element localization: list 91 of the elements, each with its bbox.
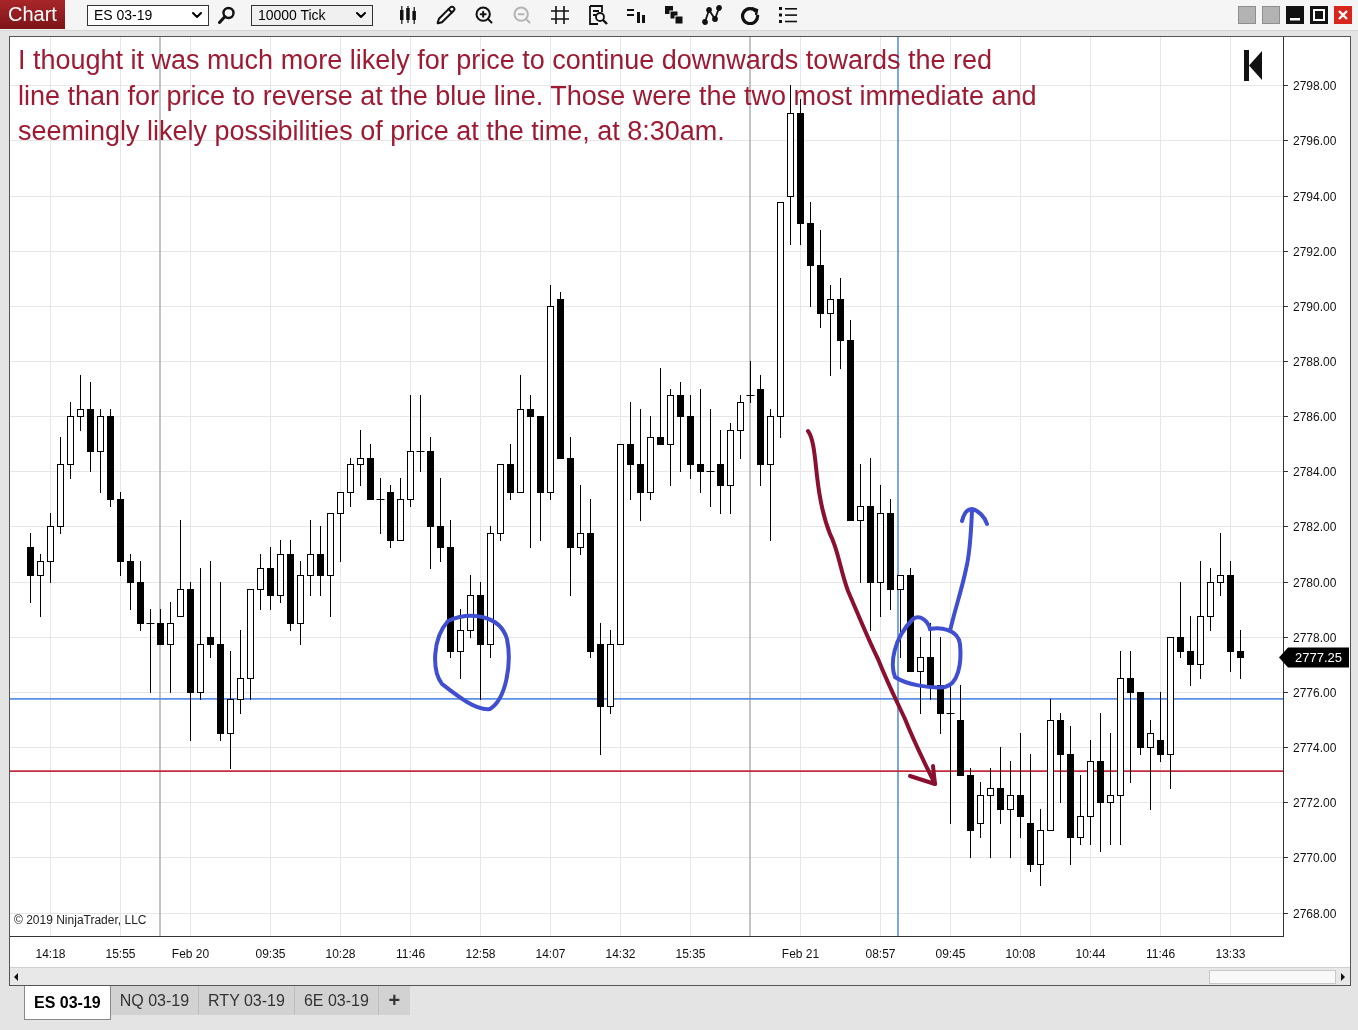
list-icon[interactable] (777, 5, 798, 25)
candlestick (1077, 774, 1084, 846)
price-label: 2786.00 (1293, 410, 1337, 424)
price-label: 2792.00 (1293, 245, 1337, 259)
candlestick (746, 360, 755, 404)
line-nodes-icon[interactable] (701, 5, 722, 25)
maximize-icon[interactable] (1310, 6, 1328, 24)
tab[interactable]: NQ 03-19 (110, 986, 200, 1015)
minimize-icon[interactable] (1286, 6, 1304, 24)
time-label: 11:46 (1145, 947, 1176, 961)
time-label: 10:28 (325, 947, 356, 961)
scrollbar-thumb[interactable] (1209, 969, 1336, 984)
time-label: 14:18 (35, 947, 66, 961)
price-label: 2774.00 (1293, 741, 1337, 755)
time-label: 10:08 (1005, 947, 1036, 961)
candlestick (257, 553, 264, 611)
candlestick (467, 574, 474, 639)
stacked-squares-icon[interactable] (663, 5, 684, 25)
candlestick (577, 484, 584, 556)
price-label: 2790.00 (1293, 300, 1337, 314)
candlestick (337, 491, 344, 563)
time-label: 09:45 (935, 947, 966, 961)
candlestick (1207, 567, 1214, 632)
candlestick (27, 532, 34, 604)
add-tab-button[interactable]: + (378, 986, 410, 1015)
time-label: Feb 21 (781, 947, 820, 961)
window-title: Chart (0, 0, 65, 29)
candlestick (127, 553, 134, 611)
candlestick (37, 553, 44, 618)
candlestick (1157, 691, 1164, 763)
candlestick (1237, 629, 1244, 680)
tab[interactable]: RTY 03-19 (199, 986, 295, 1015)
time-label: 14:32 (605, 947, 636, 961)
candlestick (507, 443, 514, 501)
search-icon[interactable] (217, 6, 236, 24)
tab[interactable]: ES 03-19 (24, 986, 111, 1020)
price-label: 2772.00 (1293, 796, 1337, 810)
candlestick (977, 781, 984, 839)
price-label: 2776.00 (1293, 686, 1337, 700)
time-label: 14:07 (535, 947, 566, 961)
time-label: 15:55 (105, 947, 136, 961)
time-label: 13:33 (1215, 947, 1246, 961)
crosshair-icon[interactable] (549, 5, 570, 25)
skip-back-icon[interactable] (1244, 50, 1262, 81)
price-label: 2770.00 (1293, 851, 1337, 865)
price-label: 2768.00 (1293, 907, 1337, 921)
time-label: 12:58 (465, 947, 496, 961)
price-label: 2778.00 (1293, 631, 1337, 645)
horizontal-scrollbar[interactable] (10, 967, 1350, 985)
candlestick (397, 477, 404, 542)
refresh-icon[interactable] (739, 5, 760, 25)
price-label: 2780.00 (1293, 576, 1337, 590)
candlestick (457, 608, 464, 680)
last-price-marker: 2777.25 (1279, 647, 1349, 668)
close-icon[interactable] (1334, 6, 1352, 24)
time-label: 11:46 (395, 947, 426, 961)
price-label: 2798.00 (1293, 79, 1337, 93)
pencil-icon[interactable] (435, 5, 456, 25)
candlestick (367, 443, 374, 501)
candlestick (387, 484, 394, 549)
time-label: 10:44 (1075, 947, 1106, 961)
candlestick-icon[interactable] (397, 5, 418, 25)
candlestick (1217, 532, 1224, 597)
candlestick (347, 457, 354, 508)
zoom-in-icon[interactable] (473, 5, 494, 25)
candlestick (267, 546, 274, 611)
interval-dropdown[interactable]: 10000 Tick (250, 4, 373, 26)
candlestick (277, 539, 284, 604)
tab[interactable]: 6E 03-19 (294, 986, 379, 1015)
candlestick (1187, 615, 1194, 687)
document-search-icon[interactable] (587, 5, 608, 25)
price-label: 2796.00 (1293, 134, 1337, 148)
time-label: 15:35 (675, 947, 706, 961)
candlestick (376, 477, 385, 535)
price-label: 2782.00 (1293, 520, 1337, 534)
candlestick (157, 608, 164, 646)
candlestick (317, 525, 324, 597)
time-label: 09:35 (255, 947, 286, 961)
time-label: Feb 20 (171, 947, 210, 961)
copyright-text: © 2019 NinjaTrader, LLC (14, 913, 147, 927)
price-label: 2784.00 (1293, 465, 1337, 479)
instrument-dropdown[interactable]: ES 03-19 (86, 4, 209, 26)
candlestick (77, 374, 84, 432)
candlestick (47, 512, 54, 584)
candlestick (737, 394, 744, 460)
candlestick (137, 560, 144, 632)
price-label: 2788.00 (1293, 355, 1337, 369)
time-label: 08:57 (865, 947, 896, 961)
candlestick (1137, 691, 1144, 756)
candlestick (357, 429, 364, 487)
price-label: 2794.00 (1293, 190, 1337, 204)
